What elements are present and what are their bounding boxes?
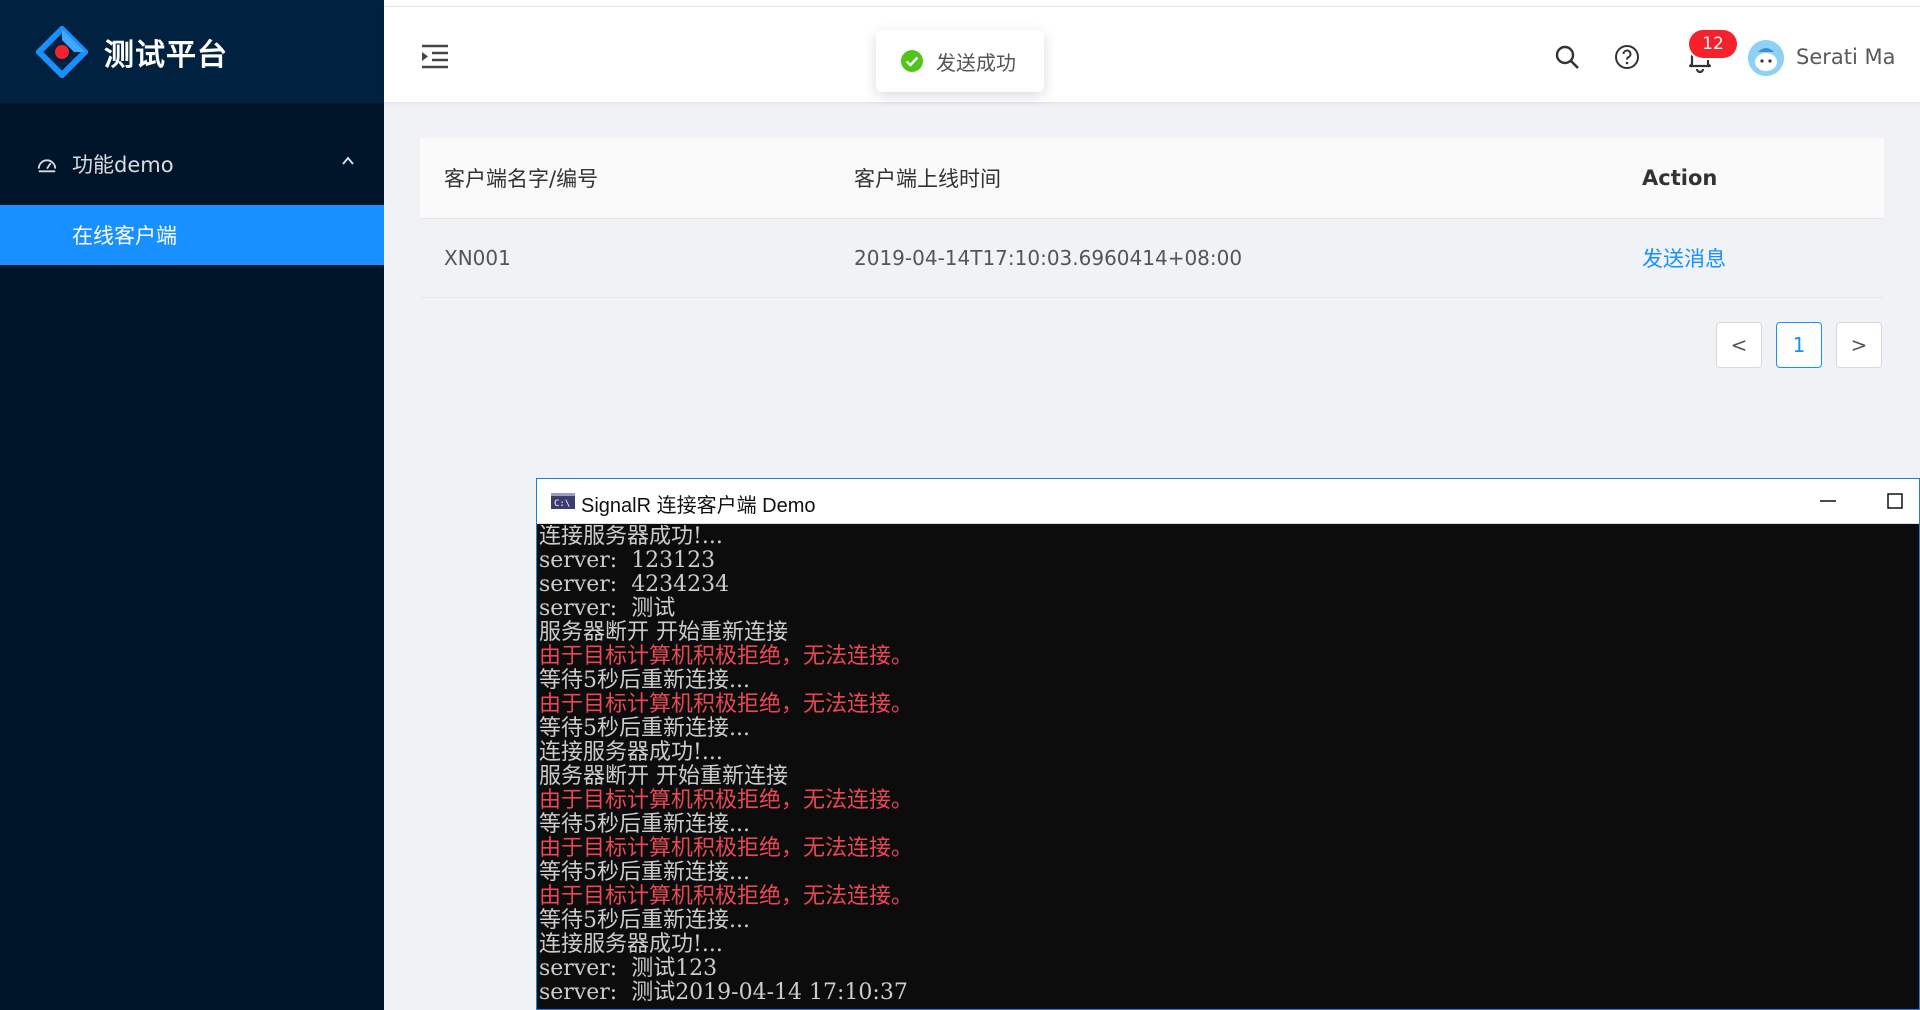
sidebar-item-label: 在线客户端 (72, 224, 177, 248)
console-title: SignalR 连接客户端 Demo (581, 495, 816, 517)
header: 12 Serati Ma (384, 7, 1920, 102)
console-line: server: 测试 (539, 596, 676, 621)
console-line: 服务器断开 开始重新连接 (539, 620, 788, 645)
console-line: server: 4234234 (539, 572, 730, 597)
minimize-icon[interactable] (1817, 493, 1839, 509)
console-error-line: 由于目标计算机积极拒绝，无法连接。 (539, 692, 914, 717)
column-header-online-time: 客户端上线时间 (854, 167, 1001, 191)
console-line: 等待5秒后重新连接... (539, 668, 750, 693)
console-titlebar[interactable]: C:\ SignalR 连接客户端 Demo (537, 479, 1919, 524)
question-circle-icon[interactable] (1614, 44, 1640, 70)
console-output[interactable]: 连接服务器成功!... server: 123123 server: 4234234… (539, 525, 1919, 1009)
sidebar-item-online-clients[interactable]: 在线客户端 (0, 205, 384, 265)
search-icon[interactable] (1554, 44, 1580, 70)
svg-text:C:\: C:\ (554, 499, 570, 509)
sidebar: 测试平台 功能demo 在线客户端 (0, 0, 384, 1010)
notification-badge: 12 (1689, 30, 1737, 58)
console-error-line: 由于目标计算机积极拒绝，无法连接。 (539, 884, 914, 909)
console-app-icon: C:\ (551, 493, 575, 509)
console-error-line: 由于目标计算机积极拒绝，无法连接。 (539, 644, 914, 669)
avatar[interactable] (1748, 40, 1784, 76)
browser-top-strip (384, 0, 1920, 7)
console-line: server: 测试123 (539, 956, 718, 981)
logo-area[interactable]: 测试平台 (0, 0, 384, 103)
chevron-up-icon (342, 156, 354, 165)
clients-table: 客户端名字/编号 客户端上线时间 Action XN001 2019-04-14… (420, 138, 1884, 298)
table-row: XN001 2019-04-14T17:10:03.6960414+08:00 … (420, 219, 1884, 298)
console-error-line: 由于目标计算机积极拒绝，无法连接。 (539, 836, 914, 861)
page-number: 1 (1792, 333, 1806, 357)
chevron-right-icon: > (1850, 333, 1868, 357)
avatar-image (1748, 40, 1784, 76)
menu-fold-icon[interactable] (420, 43, 450, 69)
console-line: 等待5秒后重新连接... (539, 860, 750, 885)
console-line: 等待5秒后重新连接... (539, 812, 750, 837)
maximize-icon[interactable] (1885, 491, 1905, 511)
pagination-page-1[interactable]: 1 (1776, 322, 1822, 368)
pagination-next-button[interactable]: > (1836, 322, 1882, 368)
dashboard-icon (37, 159, 57, 172)
logo-icon (36, 25, 88, 78)
console-line: 连接服务器成功!... (539, 740, 723, 765)
console-error-line: 由于目标计算机积极拒绝，无法连接。 (539, 788, 914, 813)
app-title: 测试平台 (104, 37, 228, 73)
column-header-client-name: 客户端名字/编号 (444, 167, 599, 191)
toast-message: 发送成功 (936, 50, 1016, 75)
cell-client-name: XN001 (444, 246, 511, 270)
pagination-prev-button[interactable]: < (1716, 322, 1762, 368)
console-line: server: 测试2019-04-14 17:10:37 (539, 980, 908, 1005)
column-header-action: Action (1642, 166, 1718, 190)
console-line: server: 123123 (539, 548, 716, 573)
user-name[interactable]: Serati Ma (1796, 45, 1895, 69)
console-line: 服务器断开 开始重新连接 (539, 764, 788, 789)
console-window[interactable]: C:\ SignalR 连接客户端 Demo 连接服务器成功!... server… (536, 478, 1920, 1010)
check-circle-icon (901, 50, 923, 72)
console-line: 等待5秒后重新连接... (539, 908, 750, 933)
console-line: 等待5秒后重新连接... (539, 716, 750, 741)
cell-online-time: 2019-04-14T17:10:03.6960414+08:00 (854, 246, 1243, 270)
cell-action: 发送消息 (1642, 219, 1726, 297)
table-header: 客户端名字/编号 客户端上线时间 Action (420, 138, 1884, 219)
success-toast: 发送成功 (876, 30, 1044, 92)
send-message-link[interactable]: 发送消息 (1642, 243, 1726, 273)
chevron-left-icon: < (1730, 333, 1748, 357)
console-line: 连接服务器成功!... (539, 932, 723, 957)
sidebar-group-label: 功能demo (72, 152, 174, 177)
sidebar-group-function-demo[interactable]: 功能demo (0, 135, 384, 192)
console-line: 连接服务器成功!... (539, 525, 723, 549)
